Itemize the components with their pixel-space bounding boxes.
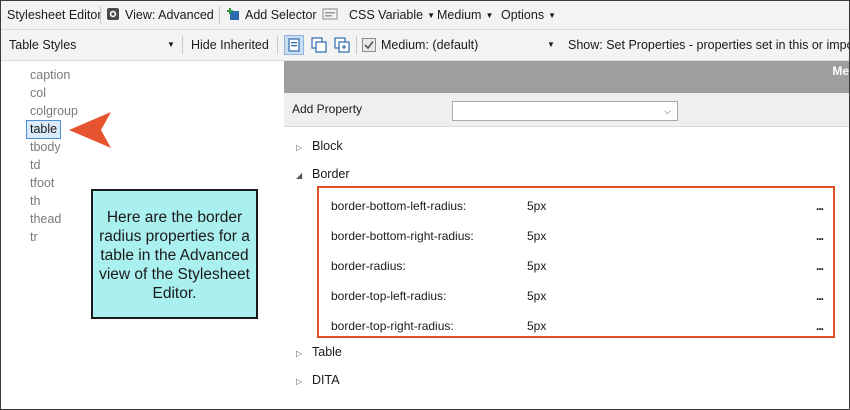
group-border[interactable]: ◢ Border bbox=[296, 167, 350, 181]
collapse-triangle-icon: ◢ bbox=[296, 171, 303, 180]
chevron-down-icon[interactable]: ▼ bbox=[167, 30, 175, 60]
copy-icon[interactable] bbox=[310, 36, 328, 54]
options-menu[interactable]: Options ▼ bbox=[501, 1, 556, 29]
medium-dropdown[interactable]: Medium: (default) bbox=[381, 30, 478, 60]
tree-item-tbody[interactable]: tbody bbox=[30, 139, 61, 156]
group-dita-label: DITA bbox=[312, 373, 340, 387]
more-options-button[interactable]: ... bbox=[816, 285, 824, 307]
toolbar-divider bbox=[219, 6, 220, 24]
list-view-icon[interactable] bbox=[284, 35, 304, 55]
property-value[interactable]: 5px bbox=[527, 225, 546, 247]
property-name: border-top-right-radius: bbox=[331, 319, 454, 333]
tree-item-tr[interactable]: tr bbox=[30, 229, 38, 246]
group-table[interactable]: ▷ Table bbox=[296, 345, 342, 359]
view-icon bbox=[107, 8, 119, 20]
medium-dropdown-value: Medium: (default) bbox=[381, 38, 479, 52]
app-title: Stylesheet Editor bbox=[7, 8, 102, 22]
more-options-button[interactable]: ... bbox=[816, 195, 824, 217]
tree-item-table[interactable]: table bbox=[26, 120, 62, 139]
property-row[interactable]: border-top-left-radius: 5px ... bbox=[319, 285, 833, 315]
chevron-down-icon: ▼ bbox=[427, 11, 436, 20]
add-property-label: Add Property bbox=[292, 102, 363, 116]
medium-checkbox[interactable] bbox=[362, 36, 380, 54]
chevron-down-icon: ⌵ bbox=[664, 106, 671, 116]
annotation-callout: Here are the border radius properties fo… bbox=[91, 189, 258, 319]
show-filter-dropdown[interactable]: Show: Set Properties - properties set in… bbox=[568, 30, 850, 60]
property-value[interactable]: 5px bbox=[527, 195, 546, 217]
more-options-button[interactable]: ... bbox=[816, 225, 824, 247]
medium-menu[interactable]: Medium ▼ bbox=[437, 1, 493, 29]
add-property-bar: Add Property ⌵ bbox=[284, 93, 849, 127]
more-options-button[interactable]: ... bbox=[816, 315, 824, 337]
expand-triangle-icon: ▷ bbox=[296, 349, 303, 358]
chevron-down-icon: ▼ bbox=[485, 11, 494, 20]
styles-dropdown-value: Table Styles bbox=[9, 38, 77, 52]
properties-header: Me bbox=[284, 61, 849, 93]
property-name: border-bottom-left-radius: bbox=[331, 199, 467, 213]
add-property-select[interactable]: ⌵ bbox=[452, 101, 678, 121]
toolbar-divider bbox=[182, 36, 183, 54]
add-selector-label: Add Selector bbox=[245, 8, 317, 22]
property-row[interactable]: border-top-right-radius: 5px ... bbox=[319, 315, 833, 345]
medium-label: Medium bbox=[437, 8, 482, 22]
group-border-label: Border bbox=[312, 167, 350, 181]
property-row[interactable]: border-radius: 5px ... bbox=[319, 255, 833, 285]
callout-text: Here are the border radius properties fo… bbox=[99, 209, 250, 302]
hide-inherited-label: Hide Inherited bbox=[191, 38, 269, 52]
property-name: border-bottom-right-radius: bbox=[331, 229, 474, 243]
view-button[interactable]: View: Advanced bbox=[106, 1, 214, 29]
secondary-toolbar: Table Styles ▼ Hide Inherited Medium: (d… bbox=[1, 30, 849, 61]
border-properties-list: border-bottom-left-radius: 5px ... borde… bbox=[317, 186, 835, 338]
main-toolbar: Stylesheet Editor View: Advanced Add Sel… bbox=[1, 1, 849, 30]
properties-header-title: Me bbox=[832, 64, 849, 78]
more-options-button[interactable]: ... bbox=[816, 255, 824, 277]
tree-item-caption[interactable]: caption bbox=[30, 67, 70, 84]
styles-dropdown[interactable]: Table Styles bbox=[9, 30, 76, 60]
expand-triangle-icon: ▷ bbox=[296, 143, 303, 152]
group-table-label: Table bbox=[312, 345, 342, 359]
tree-item-td[interactable]: td bbox=[30, 157, 40, 174]
property-value[interactable]: 5px bbox=[527, 315, 546, 337]
tree-item-thead[interactable]: thead bbox=[30, 211, 61, 228]
add-selector-button[interactable]: Add Selector bbox=[226, 1, 317, 29]
property-value[interactable]: 5px bbox=[527, 285, 546, 307]
hide-inherited-button[interactable]: Hide Inherited bbox=[191, 30, 269, 60]
options-label: Options bbox=[501, 8, 545, 22]
expand-triangle-icon: ▷ bbox=[296, 377, 303, 386]
property-name: border-top-left-radius: bbox=[331, 289, 447, 303]
group-block-label: Block bbox=[312, 139, 343, 153]
stylesheet-editor-window: Stylesheet Editor View: Advanced Add Sel… bbox=[0, 0, 850, 410]
css-variable-menu[interactable]: CSS Variable ▼ bbox=[349, 1, 435, 29]
toolbar-divider bbox=[100, 6, 101, 24]
property-name: border-radius: bbox=[331, 259, 406, 273]
property-row[interactable]: border-bottom-right-radius: 5px ... bbox=[319, 225, 833, 255]
chevron-down-icon: ▼ bbox=[548, 11, 557, 20]
show-filter-text: Show: Set Properties - properties set in… bbox=[568, 38, 850, 52]
css-variable-icon[interactable] bbox=[322, 1, 338, 29]
tree-item-col[interactable]: col bbox=[30, 85, 46, 102]
tree-item-tfoot[interactable]: tfoot bbox=[30, 175, 54, 192]
toolbar-divider bbox=[356, 36, 357, 54]
callout-arrow bbox=[69, 112, 111, 148]
css-variable-label: CSS Variable bbox=[349, 8, 424, 22]
chevron-down-icon[interactable]: ▼ bbox=[547, 30, 555, 60]
add-copy-icon[interactable] bbox=[333, 36, 351, 54]
group-block[interactable]: ▷ Block bbox=[296, 139, 343, 153]
add-selector-icon bbox=[227, 8, 239, 20]
group-dita[interactable]: ▷ DITA bbox=[296, 373, 340, 387]
toolbar-divider bbox=[277, 36, 278, 54]
view-label: View: Advanced bbox=[125, 8, 214, 22]
property-row[interactable]: border-bottom-left-radius: 5px ... bbox=[319, 195, 833, 225]
properties-pane: Me Add Property ⌵ ▷ Block ◢ Border border-… bbox=[284, 61, 849, 409]
property-value[interactable]: 5px bbox=[527, 255, 546, 277]
tree-item-th[interactable]: th bbox=[30, 193, 40, 210]
